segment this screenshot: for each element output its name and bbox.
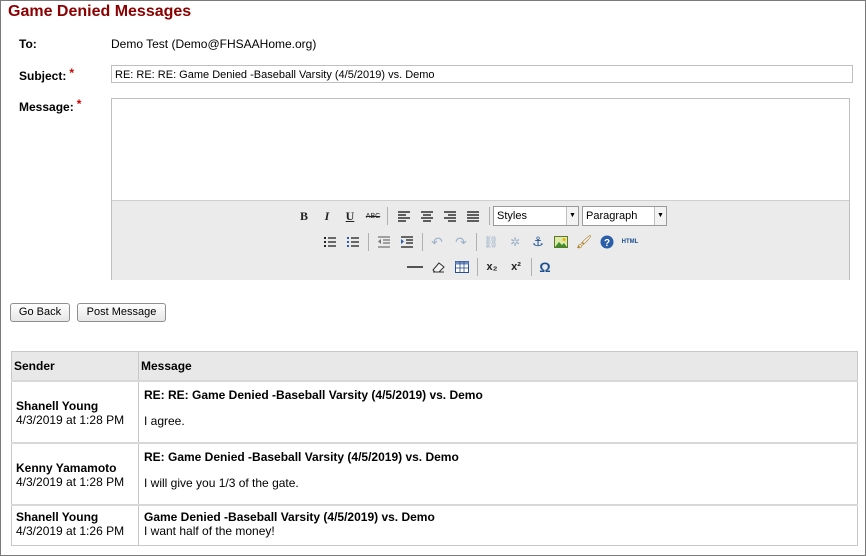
- toolbar-separator: [476, 233, 477, 251]
- chevron-down-icon: ▼: [654, 207, 666, 225]
- chevron-down-icon: ▼: [566, 207, 578, 225]
- subject-input[interactable]: RE: RE: RE: Game Denied -Baseball Varsit…: [111, 65, 853, 83]
- message-body: I want half of the money!: [144, 524, 275, 538]
- sender-cell: Kenny Yamamoto 4/3/2019 at 1:28 PM: [11, 442, 139, 506]
- sender-name: Shanell Young: [16, 510, 99, 524]
- message-subject: RE: Game Denied -Baseball Varsity (4/5/2…: [144, 450, 459, 464]
- bold-button[interactable]: B: [294, 206, 314, 226]
- svg-text:?: ?: [604, 238, 610, 249]
- undo-icon[interactable]: ↶: [427, 232, 447, 252]
- format-select-value: Paragraph: [586, 210, 638, 222]
- message-label: Message: *: [19, 97, 82, 114]
- message-cell: RE: Game Denied -Baseball Varsity (4/5/2…: [138, 442, 858, 506]
- page-frame: Game Denied Messages To: Demo Test (Demo…: [0, 0, 866, 556]
- message-body: I will give you 1/3 of the gate.: [144, 476, 299, 490]
- image-icon[interactable]: [551, 232, 571, 252]
- toolbar-separator: [477, 258, 478, 276]
- subject-label: Subject: *: [19, 66, 75, 83]
- sender-cell: Shanell Young 4/3/2019 at 1:28 PM: [11, 380, 139, 444]
- sender-cell: Shanell Young 4/3/2019 at 1:26 PM: [11, 504, 139, 546]
- table-icon[interactable]: [452, 257, 472, 277]
- message-label-text: Message:: [19, 100, 74, 114]
- toolbar-separator: [422, 233, 423, 251]
- html-source-button[interactable]: HTML: [620, 232, 640, 252]
- eraser-icon[interactable]: [428, 257, 448, 277]
- message-column-header: Message: [138, 351, 858, 382]
- horizontal-rule-icon[interactable]: [405, 257, 425, 277]
- redo-icon[interactable]: ↷: [451, 232, 471, 252]
- to-label: To:: [19, 37, 37, 51]
- superscript-button[interactable]: x²: [506, 257, 526, 277]
- to-value: Demo Test (Demo@FHSAAHome.org): [111, 37, 317, 51]
- sent-date: 4/3/2019 at 1:26 PM: [16, 524, 125, 538]
- format-select[interactable]: Paragraph ▼: [582, 206, 667, 226]
- indent-icon[interactable]: [397, 232, 417, 252]
- rich-text-editor: B I U ABC Styles ▼ Paragraph ▼ ↶ ↷ ⛓ ✲ ⚓: [111, 98, 850, 280]
- toolbar-separator: [387, 207, 388, 225]
- message-edit-area[interactable]: [112, 99, 849, 200]
- subscript-button[interactable]: x₂: [482, 257, 502, 277]
- subject-label-text: Subject:: [19, 69, 67, 83]
- message-required-mark: *: [76, 97, 82, 111]
- subject-required-mark: *: [69, 66, 75, 80]
- message-subject: RE: RE: Game Denied -Baseball Varsity (4…: [144, 388, 483, 402]
- sender-column-header: Sender: [11, 351, 139, 382]
- sent-date: 4/3/2019 at 1:28 PM: [16, 475, 125, 489]
- underline-button[interactable]: U: [340, 206, 360, 226]
- align-justify-icon[interactable]: [463, 206, 483, 226]
- message-body: I agree.: [144, 414, 185, 428]
- unlink-icon[interactable]: ✲: [505, 232, 525, 252]
- toolbar-separator: [489, 207, 490, 225]
- link-icon[interactable]: ⛓: [481, 232, 501, 252]
- bullet-list-icon[interactable]: [320, 232, 340, 252]
- help-icon[interactable]: ?: [597, 232, 617, 252]
- styles-select[interactable]: Styles ▼: [493, 206, 579, 226]
- cleanup-brush-icon[interactable]: 🖌: [574, 232, 594, 252]
- special-character-button[interactable]: Ω: [535, 257, 555, 277]
- align-right-icon[interactable]: [440, 206, 460, 226]
- sender-name: Shanell Young: [16, 399, 99, 413]
- table-row: Shanell Young 4/3/2019 at 1:28 PM RE: RE:…: [11, 380, 858, 444]
- align-center-icon[interactable]: [417, 206, 437, 226]
- sender-name: Kenny Yamamoto: [16, 461, 117, 475]
- messages-table: Sender Message Shanell Young 4/3/2019 at …: [11, 351, 858, 546]
- sent-date: 4/3/2019 at 1:28 PM: [16, 413, 125, 427]
- message-cell: RE: RE: Game Denied -Baseball Varsity (4…: [138, 380, 858, 444]
- message-subject: Game Denied -Baseball Varsity (4/5/2019)…: [144, 510, 435, 524]
- toolbar-separator: [531, 258, 532, 276]
- strikethrough-button[interactable]: ABC: [363, 206, 383, 226]
- align-left-icon[interactable]: [394, 206, 414, 226]
- go-back-button[interactable]: Go Back: [10, 303, 70, 322]
- italic-button[interactable]: I: [317, 206, 337, 226]
- message-cell: Game Denied -Baseball Varsity (4/5/2019)…: [138, 504, 858, 546]
- table-row: Shanell Young 4/3/2019 at 1:26 PM Game De…: [11, 504, 858, 546]
- editor-toolbar: B I U ABC Styles ▼ Paragraph ▼ ↶ ↷ ⛓ ✲ ⚓: [112, 200, 849, 280]
- anchor-icon[interactable]: ⚓: [528, 232, 548, 252]
- page-title: Game Denied Messages: [8, 3, 192, 20]
- styles-select-value: Styles: [497, 210, 527, 222]
- numbered-list-icon[interactable]: [343, 232, 363, 252]
- toolbar-separator: [368, 233, 369, 251]
- post-message-button[interactable]: Post Message: [77, 303, 166, 322]
- outdent-icon[interactable]: [374, 232, 394, 252]
- table-row: Kenny Yamamoto 4/3/2019 at 1:28 PM RE: Ga…: [11, 442, 858, 506]
